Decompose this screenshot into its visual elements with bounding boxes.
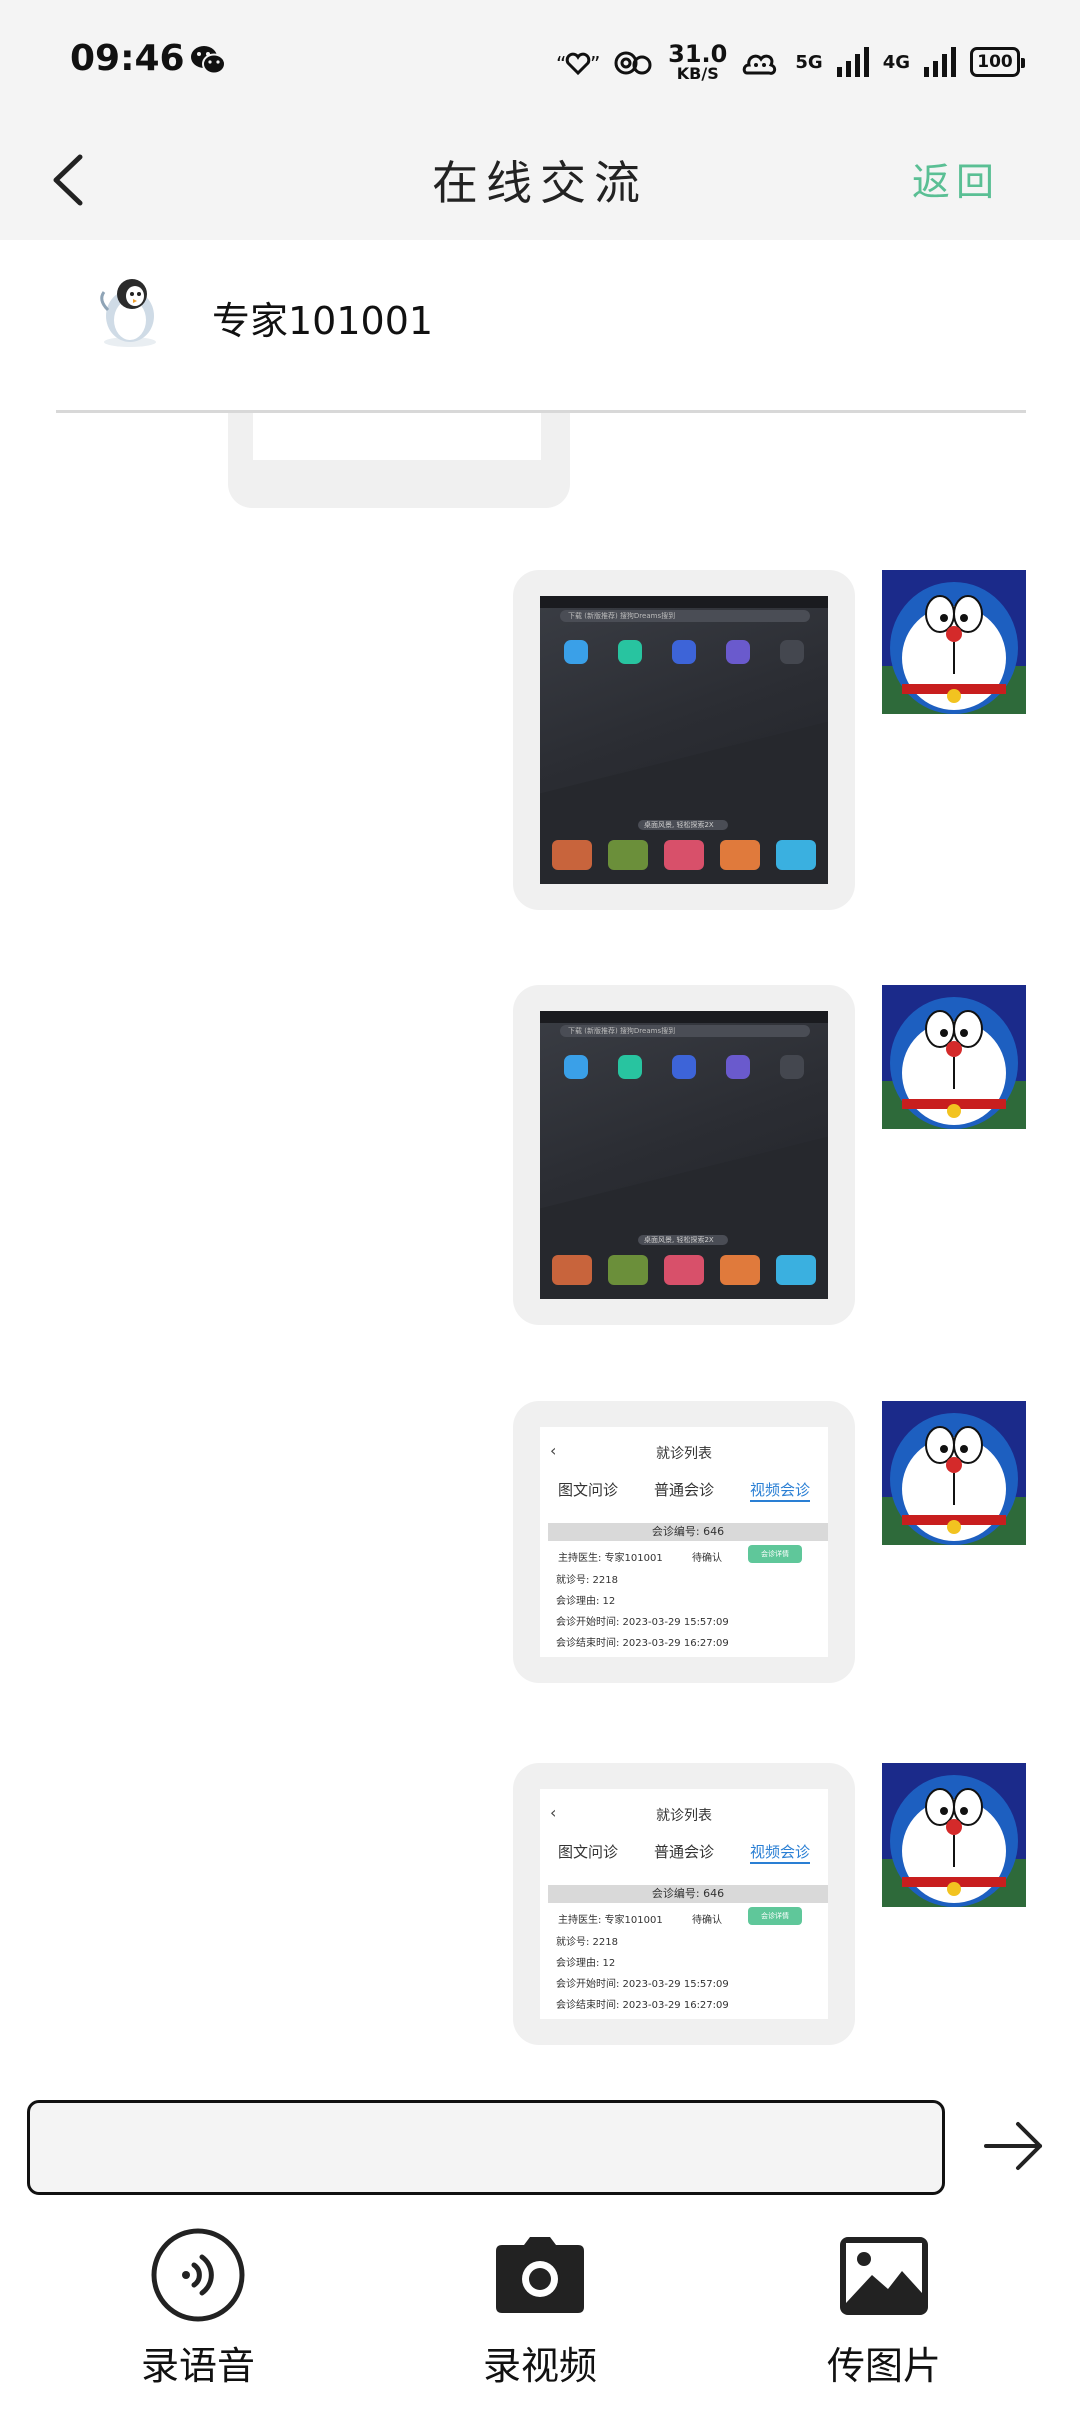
camera-icon xyxy=(496,2237,584,2313)
chat-contact: 专家101001 xyxy=(0,240,1080,413)
image-message[interactable]: 下载 (新版推荐) 搜狗Dreams搜到 桌面风景, 轻松探索2X xyxy=(513,985,855,1325)
nfc-icon xyxy=(614,51,652,75)
image-preview[interactable]: ‹ 就诊列表 图文问诊 普通会诊 视频会诊 会诊编号: 646 主持医生: 专家… xyxy=(540,1427,828,1657)
heart-signal-icon: “ ” xyxy=(556,52,600,76)
image-icon xyxy=(840,2237,928,2315)
user-avatar[interactable] xyxy=(882,985,1026,1129)
user-avatar[interactable] xyxy=(882,570,1026,714)
message-bubble-partial[interactable] xyxy=(228,413,570,508)
network-4g-label: 4G xyxy=(882,51,910,73)
record-video-button[interactable]: 录视频 xyxy=(440,2215,640,2412)
app-notification-icon xyxy=(743,54,777,75)
status-bar: 09:46 “ ” 31.0 KB/S 5G 4G 100 xyxy=(0,0,1080,125)
user-avatar[interactable] xyxy=(882,1763,1026,1907)
image-preview[interactable]: 下载 (新版推荐) 搜狗Dreams搜到 桌面风景, 轻松探索2X xyxy=(540,596,828,884)
image-preview[interactable]: 下载 (新版推荐) 搜狗Dreams搜到 桌面风景, 轻松探索2X xyxy=(540,1011,828,1299)
status-time: 09:46 xyxy=(70,38,185,79)
image-message[interactable]: ‹ 就诊列表 图文问诊 普通会诊 视频会诊 会诊编号: 646 主持医生: 专家… xyxy=(513,1401,855,1683)
image-preview[interactable]: ‹ 就诊列表 图文问诊 普通会诊 视频会诊 会诊编号: 646 主持医生: 专家… xyxy=(540,1789,828,2019)
voice-icon xyxy=(151,2228,245,2322)
signal-4g-icon xyxy=(924,47,956,77)
app-header: 在线交流 返回 xyxy=(0,125,1080,240)
upload-image-label: 传图片 xyxy=(826,2344,941,2388)
battery-indicator: 100 xyxy=(970,47,1025,77)
media-actions: 录语音 录视频 传图片 xyxy=(0,2215,1080,2412)
contact-name: 专家101001 xyxy=(212,299,434,343)
svg-text:”: ” xyxy=(590,52,600,76)
signal-5g-icon xyxy=(836,47,869,77)
status-icons: “ ” 31.0 KB/S 5G 4G 100 xyxy=(556,34,1025,90)
image-message[interactable]: ‹ 就诊列表 图文问诊 普通会诊 视频会诊 会诊编号: 646 主持医生: 专家… xyxy=(513,1763,855,2045)
net-speed: 31.0 KB/S xyxy=(668,40,728,83)
chat-messages[interactable]: 下载 (新版推荐) 搜狗Dreams搜到 桌面风景, 轻松探索2X 下载 (新版… xyxy=(0,413,1080,2053)
record-voice-button[interactable]: 录语音 xyxy=(98,2215,298,2412)
send-arrow-icon[interactable] xyxy=(982,2114,1046,2178)
message-input[interactable] xyxy=(27,2100,945,2195)
image-message[interactable]: 下载 (新版推荐) 搜狗Dreams搜到 桌面风景, 轻松探索2X xyxy=(513,570,855,910)
record-voice-label: 录语音 xyxy=(140,2344,255,2388)
return-button[interactable]: 返回 xyxy=(912,151,1000,206)
svg-text:“: “ xyxy=(556,52,566,76)
user-avatar[interactable] xyxy=(882,1401,1026,1545)
wechat-icon xyxy=(191,46,226,75)
network-5g-label: 5G xyxy=(795,51,823,73)
contact-avatar[interactable] xyxy=(90,270,170,350)
record-video-label: 录视频 xyxy=(482,2344,597,2388)
upload-image-button[interactable]: 传图片 xyxy=(784,2215,984,2412)
